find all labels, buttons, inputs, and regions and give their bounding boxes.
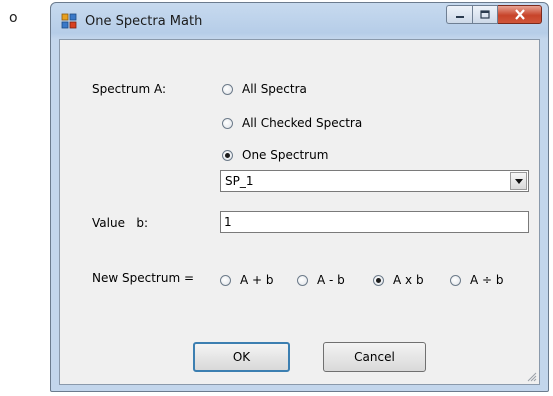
dialog-window: One Spectra Math Spectrum A: All Spectra… xyxy=(50,2,549,392)
radio-dot xyxy=(222,83,233,95)
radio-op-subtract[interactable]: A - b xyxy=(297,273,345,287)
resize-grip-icon[interactable] xyxy=(525,370,537,382)
radio-label: One Spectrum xyxy=(242,148,329,162)
radio-label: A x b xyxy=(393,273,424,287)
list-bullet: o xyxy=(9,10,18,26)
radio-op-add[interactable]: A + b xyxy=(220,273,274,287)
chevron-down-icon xyxy=(514,178,523,184)
dropdown-button[interactable] xyxy=(510,172,527,190)
spectrum-a-label: Spectrum A: xyxy=(92,82,167,96)
radio-label: All Checked Spectra xyxy=(242,116,363,130)
ok-button[interactable]: OK xyxy=(193,342,290,372)
radio-label: All Spectra xyxy=(242,82,307,96)
radio-all-spectra[interactable]: All Spectra xyxy=(222,82,307,96)
maximize-button[interactable] xyxy=(472,5,498,24)
value-b-input[interactable]: 1 xyxy=(220,211,529,233)
radio-dot xyxy=(222,149,233,161)
new-spectrum-label: New Spectrum = xyxy=(92,271,195,285)
radio-dot xyxy=(373,274,384,286)
radio-dot xyxy=(220,274,231,286)
spectrum-select[interactable]: SP_1 xyxy=(220,170,529,192)
radio-one-spectrum[interactable]: One Spectrum xyxy=(222,148,328,162)
cancel-button[interactable]: Cancel xyxy=(323,342,426,372)
window-title: One Spectra Math xyxy=(85,14,203,29)
close-icon xyxy=(514,9,525,20)
radio-label: A - b xyxy=(317,273,345,287)
radio-all-checked-spectra[interactable]: All Checked Spectra xyxy=(222,116,362,130)
ok-button-label: OK xyxy=(232,350,251,364)
radio-label: A ÷ b xyxy=(470,273,504,287)
maximize-icon xyxy=(480,9,490,19)
radio-dot xyxy=(450,274,461,286)
value-b-input-text: 1 xyxy=(224,215,232,229)
close-button[interactable] xyxy=(498,5,542,24)
dialog-client-area: Spectrum A: All Spectra All Checked Spec… xyxy=(59,39,540,385)
radio-dot xyxy=(222,117,233,129)
app-icon xyxy=(61,13,77,29)
radio-op-multiply[interactable]: A x b xyxy=(373,273,424,287)
radio-label: A + b xyxy=(240,273,274,287)
minimize-button[interactable] xyxy=(446,5,472,24)
value-b-label: Value b: xyxy=(92,216,149,230)
caption-buttons xyxy=(446,5,542,25)
radio-op-divide[interactable]: A ÷ b xyxy=(450,273,504,287)
spectrum-select-value: SP_1 xyxy=(225,174,254,188)
title-bar[interactable]: One Spectra Math xyxy=(51,3,548,39)
cancel-button-label: Cancel xyxy=(354,350,395,364)
radio-dot xyxy=(297,274,308,286)
minimize-icon xyxy=(455,15,464,18)
